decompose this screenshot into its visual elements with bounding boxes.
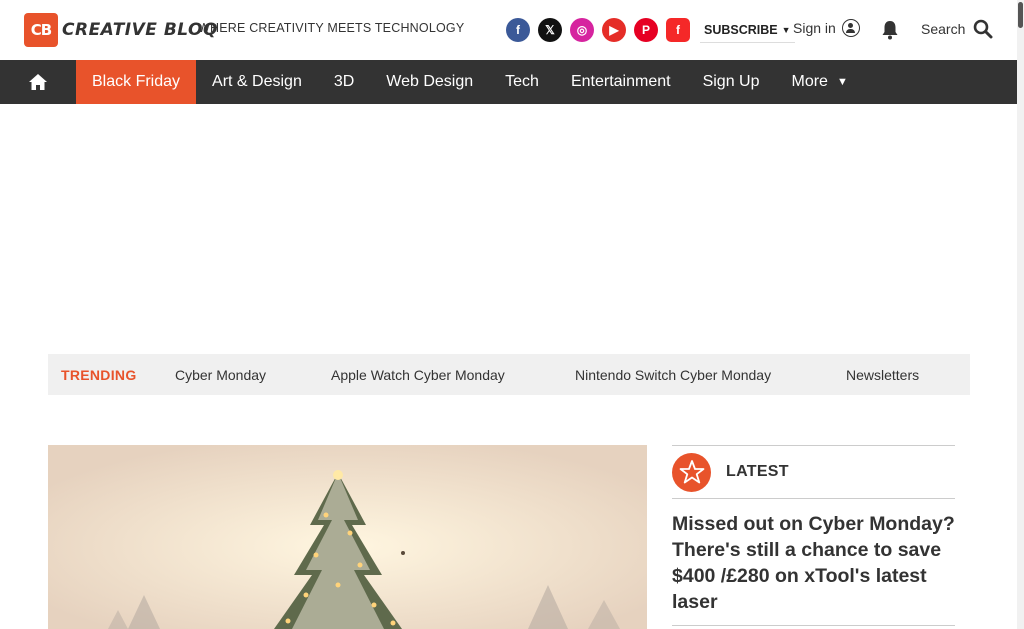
x-twitter-icon[interactable]: 𝕏 bbox=[538, 18, 562, 42]
home-icon bbox=[29, 74, 47, 90]
latest-story-link[interactable]: Missed out on Cyber Monday? There's stil… bbox=[672, 499, 955, 626]
social-links: f 𝕏 ◎ ▶ P f bbox=[506, 18, 690, 42]
logo-mark: CB bbox=[24, 13, 58, 47]
sign-in-button[interactable]: Sign in bbox=[793, 19, 860, 37]
trending-link[interactable]: Newsletters bbox=[846, 367, 919, 383]
nav-item-art-design[interactable]: Art & Design bbox=[196, 60, 318, 104]
flipboard-icon[interactable]: f bbox=[666, 18, 690, 42]
christmas-tree-image bbox=[48, 445, 647, 629]
latest-header: LATEST bbox=[672, 445, 955, 499]
trending-link[interactable]: Apple Watch Cyber Monday bbox=[331, 367, 505, 383]
latest-label: LATEST bbox=[726, 463, 789, 480]
caret-down-icon: ▼ bbox=[781, 24, 791, 35]
trending-link[interactable]: Nintendo Switch Cyber Monday bbox=[575, 367, 771, 383]
nav-item-sign-up[interactable]: Sign Up bbox=[687, 60, 776, 104]
search-icon bbox=[974, 19, 993, 39]
trending-bar: TRENDING Cyber Monday Apple Watch Cyber … bbox=[48, 354, 970, 395]
latest-panel: LATEST Missed out on Cyber Monday? There… bbox=[672, 445, 955, 626]
subscribe-label: SUBSCRIBE bbox=[704, 22, 778, 37]
pinterest-icon[interactable]: P bbox=[634, 18, 658, 42]
site-tagline: WHERE CREATIVITY MEETS TECHNOLOGY bbox=[198, 21, 465, 35]
scrollbar-thumb[interactable] bbox=[1018, 2, 1023, 28]
main-nav: Black Friday Art & Design 3D Web Design … bbox=[0, 60, 1017, 104]
search-button[interactable]: Search bbox=[921, 19, 993, 39]
nav-item-entertainment[interactable]: Entertainment bbox=[555, 60, 687, 104]
site-logo[interactable]: CB CREATIVE BLOQ bbox=[24, 13, 218, 47]
nav-item-3d[interactable]: 3D bbox=[318, 60, 370, 104]
nav-item-more[interactable]: More ▼ bbox=[775, 60, 863, 104]
nav-item-tech[interactable]: Tech bbox=[489, 60, 555, 104]
search-label: Search bbox=[921, 21, 966, 37]
caret-down-icon: ▼ bbox=[836, 76, 848, 88]
instagram-icon[interactable]: ◎ bbox=[570, 18, 594, 42]
trending-link[interactable]: Cyber Monday bbox=[175, 367, 266, 383]
bell-icon[interactable] bbox=[881, 20, 899, 40]
logo-wordmark: CREATIVE BLOQ bbox=[62, 20, 218, 40]
trending-label: TRENDING bbox=[61, 366, 137, 383]
nav-item-black-friday[interactable]: Black Friday bbox=[76, 60, 197, 104]
subscribe-button[interactable]: SUBSCRIBE ▼ bbox=[700, 17, 795, 43]
home-button[interactable] bbox=[0, 60, 76, 104]
site-header: CB CREATIVE BLOQ WHERE CREATIVITY MEETS … bbox=[0, 0, 1017, 60]
star-icon bbox=[672, 452, 711, 492]
facebook-icon[interactable]: f bbox=[506, 18, 530, 42]
sign-in-label: Sign in bbox=[793, 20, 836, 36]
user-icon bbox=[841, 19, 860, 37]
nav-more-label: More bbox=[791, 73, 828, 90]
page-scrollbar[interactable] bbox=[1017, 0, 1024, 629]
hero-image[interactable] bbox=[48, 445, 647, 629]
nav-item-web-design[interactable]: Web Design bbox=[370, 60, 489, 104]
youtube-icon[interactable]: ▶ bbox=[602, 18, 626, 42]
